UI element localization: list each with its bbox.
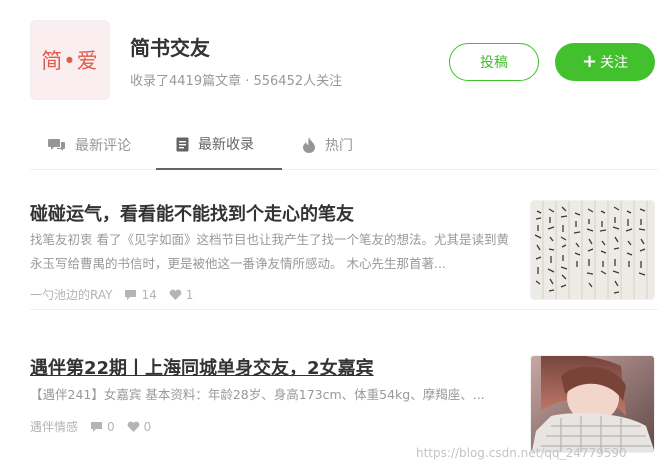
article-meta: 遇伴情感 0 0 [30, 418, 163, 435]
woman-portrait-image [531, 356, 654, 452]
article-meta: 一勺池边的RAY 14 1 [30, 286, 205, 303]
like-count: 1 [169, 287, 194, 302]
tab-popular[interactable]: 热门 [302, 120, 353, 169]
heart-icon [169, 289, 182, 300]
contribute-label: 投稿 [480, 55, 508, 71]
article-title[interactable]: 碰碰运气，看看能不能找到个走心的笔友 [30, 200, 354, 226]
handwritten-letter-image [531, 201, 654, 299]
heart-icon [127, 421, 140, 432]
tab-label: 热门 [325, 137, 353, 154]
comment-icon [91, 421, 103, 432]
document-icon [176, 137, 189, 152]
comment-count[interactable]: 0 [90, 420, 115, 434]
comment-count-value: 14 [141, 287, 157, 302]
follow-button[interactable]: + 关注 [555, 43, 655, 81]
comment-count[interactable]: 14 [124, 287, 157, 302]
logo-text: 简•爱 [41, 49, 99, 73]
collection-header: 简•爱 简书交友 收录了4419篇文章 · 556452人关注 投稿 + 关注 [30, 20, 658, 100]
tab-label: 最新收录 [198, 137, 254, 153]
tab-latest-included[interactable]: 最新收录 [156, 120, 282, 170]
contribute-button[interactable]: 投稿 [449, 43, 539, 81]
tab-latest-comments[interactable]: 最新评论 [48, 120, 131, 169]
tab-label: 最新评论 [75, 137, 131, 154]
article-title[interactable]: 遇伴第22期丨上海同城单身交友，2女嘉宾 [30, 354, 374, 380]
article-thumbnail[interactable] [530, 200, 655, 300]
like-count-value: 0 [143, 419, 152, 434]
article-abstract: 【遇伴241】女嘉宾 基本资料：年龄28岁、身高173cm、体重54kg、摩羯座… [30, 387, 485, 402]
article-item: 碰碰运气，看看能不能找到个走心的笔友 找笔友初衷 看了《见字如面》这档节目也让我… [30, 180, 658, 310]
collection-meta: 收录了4419篇文章 · 556452人关注 [130, 74, 343, 89]
plus-icon: + [581, 51, 598, 72]
follow-label: 关注 [600, 55, 629, 71]
fire-icon [302, 136, 316, 153]
comments-icon [48, 137, 66, 153]
like-count-value: 1 [185, 287, 194, 302]
collection-logo[interactable]: 简•爱 [30, 20, 110, 100]
article-abstract: 找笔友初衷 看了《见字如面》这档节目也让我产生了找一个笔友的想法。尤其是读到黄永… [30, 232, 509, 271]
article-thumbnail[interactable] [530, 355, 655, 453]
comment-icon [125, 289, 137, 300]
article-author[interactable]: 一勺池边的RAY [30, 286, 112, 303]
watermark: https://blog.csdn.net/qq_24779590 [416, 446, 627, 460]
collection-title: 简书交友 [130, 36, 210, 60]
comment-count-value: 0 [107, 419, 115, 434]
collection-tabs: 最新评论 最新收录 热门 [30, 120, 658, 170]
like-count: 0 [127, 419, 152, 434]
article-author[interactable]: 遇伴情感 [30, 418, 78, 435]
